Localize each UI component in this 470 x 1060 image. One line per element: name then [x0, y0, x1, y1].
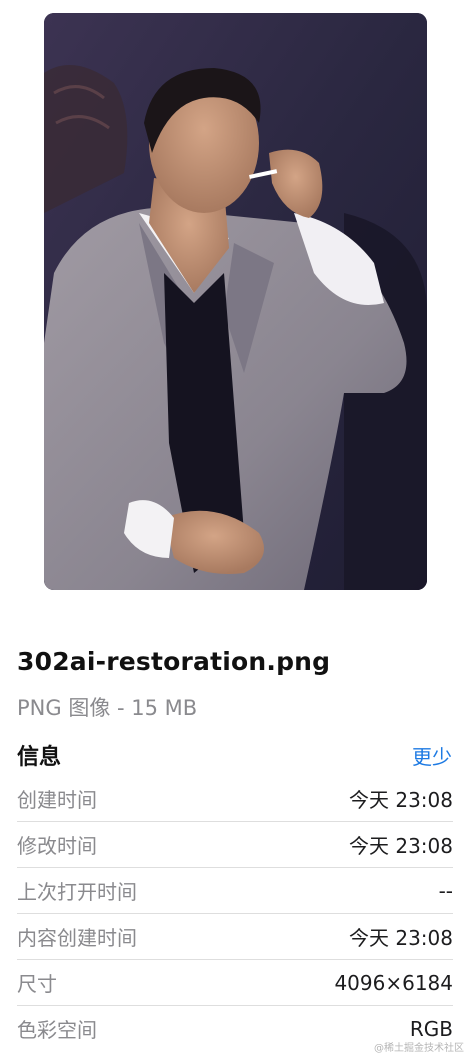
show-less-button[interactable]: 更少	[412, 741, 452, 770]
info-row-last-opened: 上次打开时间 --	[17, 868, 453, 914]
info-label: 创建时间	[17, 788, 97, 812]
info-value: 今天 23:08	[349, 926, 453, 950]
info-value: 今天 23:08	[349, 834, 453, 858]
info-label: 色彩空间	[17, 1018, 97, 1042]
info-row-content-created: 内容创建时间 今天 23:08	[17, 914, 453, 960]
file-type-size: PNG 图像 - 15 MB	[17, 696, 198, 720]
info-list: 创建时间 今天 23:08 修改时间 今天 23:08 上次打开时间 -- 内容…	[17, 776, 453, 1051]
info-label: 尺寸	[17, 972, 57, 996]
info-section-title: 信息	[17, 745, 62, 770]
photo-thumbnail	[44, 13, 427, 590]
info-row-modified: 修改时间 今天 23:08	[17, 822, 453, 868]
info-value: 今天 23:08	[349, 788, 453, 812]
info-label: 修改时间	[17, 834, 97, 858]
info-value: 4096×6184	[334, 970, 453, 995]
info-row-created: 创建时间 今天 23:08	[17, 776, 453, 822]
info-row-dimensions: 尺寸 4096×6184	[17, 960, 453, 1006]
watermark: @稀土掘金技术社区	[374, 1043, 464, 1054]
info-label: 内容创建时间	[17, 926, 137, 950]
file-name: 302ai-restoration.png	[17, 647, 331, 676]
info-value: RGB	[409, 1016, 453, 1041]
info-value: --	[438, 878, 453, 903]
info-label: 上次打开时间	[17, 880, 137, 904]
image-preview[interactable]	[44, 13, 427, 590]
